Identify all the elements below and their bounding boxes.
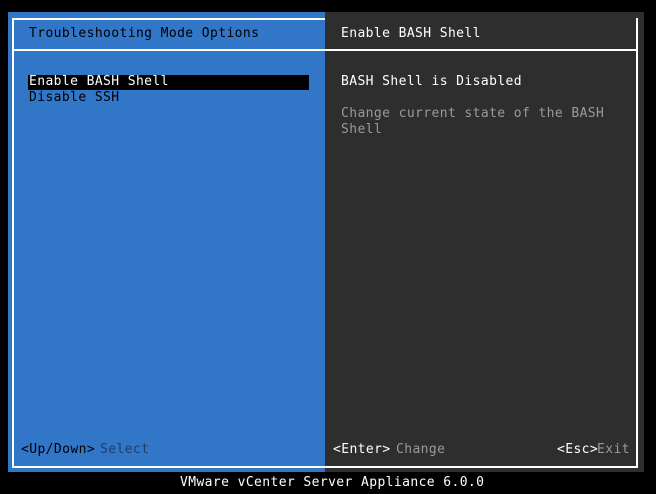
menu-item-disable-ssh[interactable]: Disable SSH bbox=[29, 90, 120, 106]
left-top-border bbox=[12, 18, 325, 20]
console-screen: Troubleshooting Mode Options Enable BASH… bbox=[0, 0, 656, 494]
enter-key-hint[interactable]: <Enter> bbox=[333, 442, 391, 458]
product-footer: VMware vCenter Server Appliance 6.0.0 bbox=[180, 475, 485, 490]
bash-status-text: BASH Shell is Disabled bbox=[341, 74, 522, 89]
right-side-border bbox=[636, 18, 638, 468]
esc-key-hint[interactable]: <Esc> bbox=[557, 442, 598, 458]
up-down-key-hint: <Up/Down> bbox=[21, 442, 96, 457]
left-bottom-border bbox=[12, 466, 325, 468]
right-bottom-border bbox=[325, 466, 638, 468]
right-title-divider bbox=[325, 49, 638, 51]
change-action-hint: Change bbox=[396, 442, 446, 457]
description-line-1: Change current state of the BASH bbox=[341, 106, 605, 121]
description-line-2: Shell bbox=[341, 122, 383, 137]
select-action-hint: Select bbox=[100, 442, 150, 457]
menu-item-enable-bash-shell[interactable]: Enable BASH Shell bbox=[29, 74, 169, 90]
left-title-divider bbox=[12, 49, 325, 51]
exit-action-hint: Exit bbox=[597, 442, 630, 457]
details-title: Enable BASH Shell bbox=[341, 26, 481, 41]
options-title: Troubleshooting Mode Options bbox=[29, 26, 260, 41]
left-side-border bbox=[12, 18, 14, 468]
